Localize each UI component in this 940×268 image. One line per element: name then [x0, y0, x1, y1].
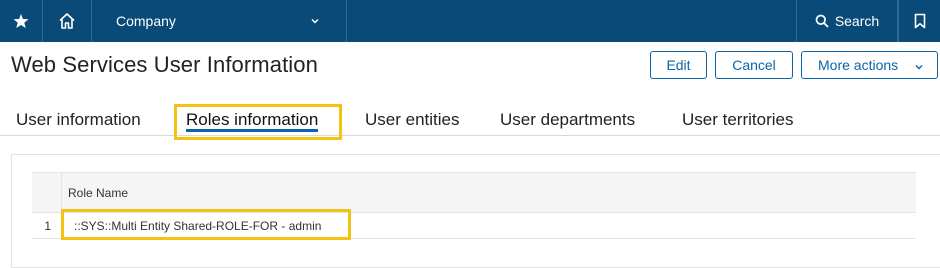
row-number-header	[32, 173, 62, 212]
top-navigation-bar: Company Search	[0, 0, 940, 42]
more-actions-label: More actions	[818, 57, 899, 73]
table-row[interactable]: 1 ::SYS::Multi Entity Shared-ROLE-FOR - …	[32, 213, 916, 239]
home-icon	[59, 13, 75, 29]
company-selector[interactable]: Company	[92, 0, 347, 42]
home-button[interactable]	[43, 0, 92, 42]
tab-user-territories[interactable]: User territories	[682, 104, 793, 136]
column-header-role-name[interactable]: Role Name	[68, 186, 128, 200]
search-label: Search	[834, 13, 880, 29]
tab-user-information[interactable]: User information	[16, 104, 141, 136]
search-icon	[815, 14, 829, 28]
chevron-down-icon	[915, 65, 923, 70]
company-label: Company	[116, 13, 176, 29]
tab-user-departments[interactable]: User departments	[500, 104, 635, 136]
bookmark-icon	[914, 13, 925, 29]
cancel-button[interactable]: Cancel	[715, 51, 793, 79]
tab-roles-information[interactable]: Roles information	[186, 104, 319, 136]
roles-panel: Role Name 1 ::SYS::Multi Entity Shared-R…	[11, 154, 940, 268]
role-name-cell[interactable]: ::SYS::Multi Entity Shared-ROLE-FOR - ad…	[74, 219, 321, 233]
edit-button[interactable]: Edit	[650, 51, 707, 79]
row-number: 1	[32, 213, 62, 238]
chevron-down-icon	[311, 18, 319, 24]
roles-grid: Role Name 1 ::SYS::Multi Entity Shared-R…	[32, 172, 916, 239]
tab-bar: User information Roles information User …	[0, 104, 940, 136]
favorites-button[interactable]	[0, 0, 43, 42]
search-button[interactable]: Search	[796, 0, 898, 42]
star-icon	[13, 14, 29, 28]
more-actions-button[interactable]: More actions	[801, 51, 938, 79]
page-title: Web Services User Information	[11, 52, 318, 77]
tab-user-entities[interactable]: User entities	[365, 104, 459, 136]
bookmark-button[interactable]	[898, 0, 940, 42]
grid-header-row: Role Name	[32, 172, 916, 213]
